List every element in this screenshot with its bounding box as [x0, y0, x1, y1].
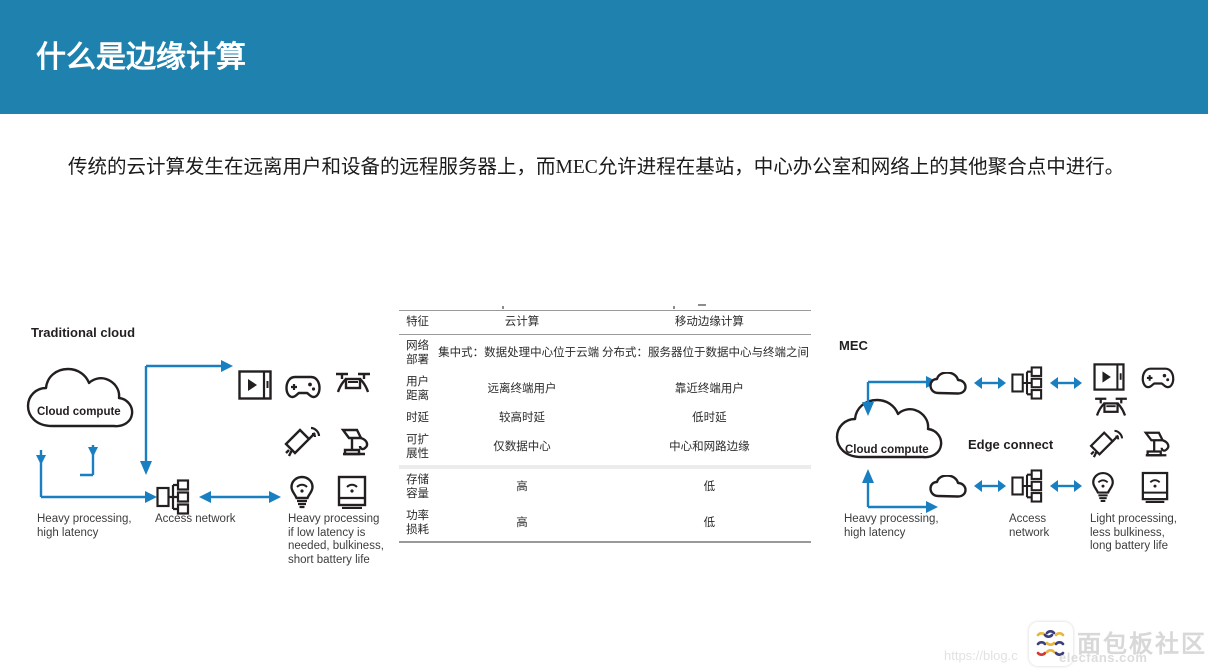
arrow-cloud-network-bidir-top — [974, 377, 1006, 389]
right-label-network: Access network — [1009, 513, 1050, 539]
row-merged-value: 集中式：数据处理中心位于云端 分布式：服务器位于数据中心与终端之间 — [438, 347, 809, 359]
access-network-icon-left — [156, 479, 190, 515]
arrow-network-branch-left — [140, 360, 233, 475]
left-diagram-title: Traditional cloud — [31, 325, 136, 340]
security-camera-icon-right — [1089, 429, 1124, 458]
arrow-cloud-down-right-mec — [862, 469, 938, 513]
game-controller-icon-left — [285, 375, 321, 399]
smart-appliance-icon-left — [337, 475, 367, 509]
game-controller-icon-right — [1141, 367, 1175, 389]
edge-connect-label: Edge connect — [968, 437, 1054, 452]
row-cloud-value: 高 — [436, 465, 608, 505]
row-feature: 存储容量 — [399, 465, 437, 505]
cloud-compute-label-right: Cloud compute — [845, 444, 929, 456]
access-network-icon-bottom — [1011, 469, 1043, 503]
row-feature: 用户距离 — [406, 376, 430, 402]
smart-bulb-icon-left — [290, 475, 314, 509]
cloud-compute-shape-left — [26, 367, 134, 428]
row-cloud-value: 高 — [436, 505, 608, 543]
row-mec-value: 低 — [607, 465, 811, 505]
row-feature: 可扩展性 — [406, 434, 430, 460]
right-label-devices: Light processing, less bulkiness, long b… — [1090, 513, 1177, 553]
security-camera-icon-left — [284, 426, 321, 457]
table-row: 功率损耗 高 低 — [399, 505, 811, 543]
right-diagram-title: MEC — [839, 338, 868, 353]
edge-cloud-icon-top — [929, 372, 967, 395]
watermark-url: https://blog.c — [944, 648, 1018, 663]
drone-icon-left — [336, 372, 370, 393]
body-paragraph: 传统的云计算发生在远离用户和设备的远程服务器上，而MEC允许进程在基站，中心办公… — [68, 157, 1125, 178]
right-label-cloud: Heavy processing, high latency — [844, 513, 939, 539]
watermark: 面包板社区 elecfans.com — [1029, 622, 1205, 668]
arrow-network-devices-bidir-left — [199, 491, 281, 503]
table-row: 用户距离 远离终端用户 靠近终端用户 — [399, 371, 811, 407]
table-row: 可扩展性 仅数据中心 中心和网路边缘 — [399, 429, 811, 467]
smart-bulb-icon-right — [1092, 471, 1114, 502]
arrow-cloud-up-right-mec — [862, 376, 938, 416]
table-scan-artifacts — [399, 300, 811, 310]
robot-arm-icon-right — [1143, 431, 1170, 457]
col-header-feature: 特征 — [399, 310, 437, 335]
arrow-network-devices-bidir-bottom — [1050, 480, 1082, 492]
access-network-icon-top — [1011, 366, 1043, 400]
row-cloud-value: 远离终端用户 — [487, 383, 557, 395]
left-label-cloud: Heavy processing, high latency — [37, 513, 132, 539]
col-header-mec: 移动边缘计算 — [607, 310, 811, 335]
table-header-row: 特征 云计算 移动边缘计算 — [399, 310, 811, 335]
row-feature: 时延 — [406, 412, 430, 424]
cloud-compute-label-left: Cloud compute — [37, 406, 121, 418]
row-feature: 功率损耗 — [399, 505, 437, 543]
arrow-cloud-network-bidir-bottom — [974, 480, 1006, 492]
page-title: 什么是边缘计算 — [36, 41, 246, 74]
smart-appliance-icon-right — [1141, 471, 1169, 503]
arrow-network-devices-bidir-top — [1050, 377, 1082, 389]
row-mec-value: 低时延 — [692, 412, 727, 424]
row-cloud-value: 较高时延 — [498, 412, 545, 424]
edge-cloud-icon-bottom — [929, 475, 967, 498]
row-feature: 网络部署 — [406, 340, 430, 366]
left-label-network: Access network — [155, 513, 236, 525]
table-row: 时延 较高时延 低时延 — [399, 407, 811, 429]
watermark-en-text: elecfans.com — [1059, 650, 1148, 665]
comparison-table: 特征 云计算 移动边缘计算 网络部署 集中式：数据处理中心位于云端 分布式：服务… — [399, 310, 811, 543]
video-tablet-icon-right — [1093, 363, 1125, 391]
row-mec-value: 低 — [607, 505, 811, 543]
table-row: 网络部署 集中式：数据处理中心位于云端 分布式：服务器位于数据中心与终端之间 — [399, 335, 811, 372]
col-header-cloud: 云计算 — [436, 310, 608, 335]
row-mec-value: 靠近终端用户 — [674, 383, 744, 395]
robot-arm-icon-left — [340, 428, 369, 456]
row-cloud-value: 仅数据中心 — [493, 441, 551, 453]
table-row: 存储容量 高 低 — [399, 465, 811, 505]
left-label-devices: Heavy processing if low latency is neede… — [288, 513, 384, 566]
video-tablet-icon-left — [238, 370, 272, 400]
row-mec-value: 中心和网路边缘 — [669, 441, 750, 453]
drone-icon-right — [1095, 397, 1127, 416]
